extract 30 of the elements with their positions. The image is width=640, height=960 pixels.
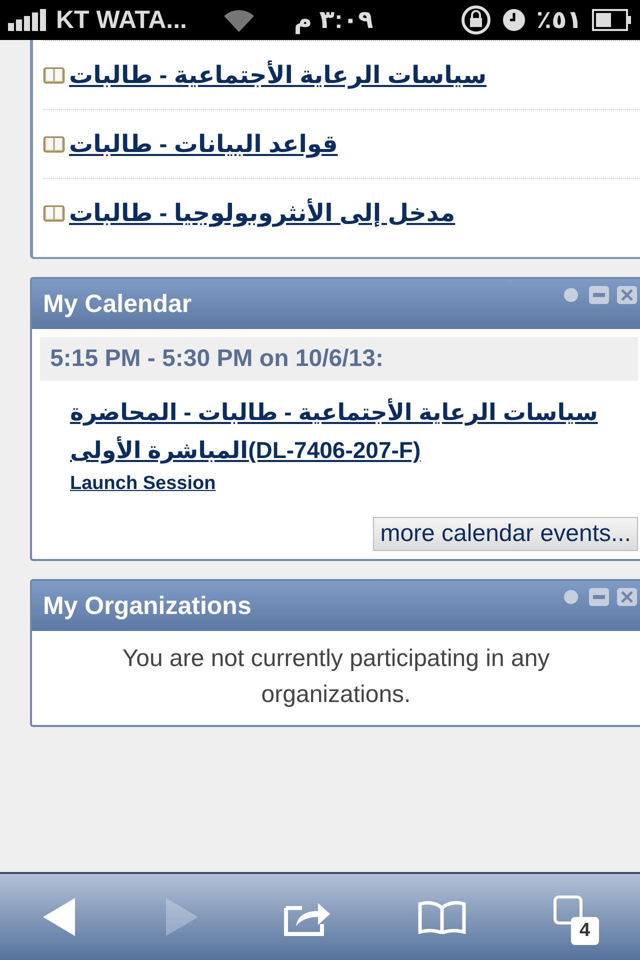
bookmarks-icon [418, 900, 466, 934]
course-link[interactable]: مدخل إلى الأنثروبولوجيا - طالبات [69, 198, 456, 228]
panel-title: My Organizations [43, 592, 252, 620]
event-link[interactable]: سياسات الرعاية الأجتماعية - طالبات - المحاضرة المباشرة الأولى(DL-7406-207-F) [70, 393, 626, 469]
signal-icon [8, 9, 46, 31]
minimize-icon[interactable] [588, 587, 610, 607]
minimize-icon[interactable] [588, 285, 610, 305]
battery-icon [592, 9, 632, 31]
clock-time: ٣:٠٩ م [294, 5, 374, 35]
wifi-icon [224, 8, 254, 32]
tab-count: 4 [570, 917, 599, 945]
launch-session-link[interactable]: Launch Session [70, 473, 216, 495]
alarm-icon [502, 8, 526, 32]
battery-percent: ٪٥١ [536, 5, 582, 35]
rotation-lock-icon [460, 4, 492, 36]
more-events-button[interactable]: more calendar events... [373, 517, 638, 551]
book-icon [43, 66, 65, 84]
carrier-name: KT WATA... [56, 6, 187, 34]
close-icon[interactable] [616, 285, 638, 305]
panel-title: My Calendar [43, 290, 192, 318]
back-icon [43, 898, 78, 936]
forward-icon [164, 898, 198, 936]
course-link[interactable]: سياسات الرعاية الأجتماعية - طالبات [69, 60, 487, 90]
book-icon [43, 204, 65, 222]
event-time: 5:15 PM - 5:30 PM on 10/6/13: [40, 337, 638, 381]
tabs-button[interactable]: 4 [548, 891, 601, 943]
empty-message: You are not currently participating in any organizations. [121, 644, 551, 710]
book-icon [43, 135, 65, 153]
close-icon[interactable] [616, 587, 638, 607]
course-link[interactable]: قواعد البيانات - طالبات [69, 130, 338, 158]
